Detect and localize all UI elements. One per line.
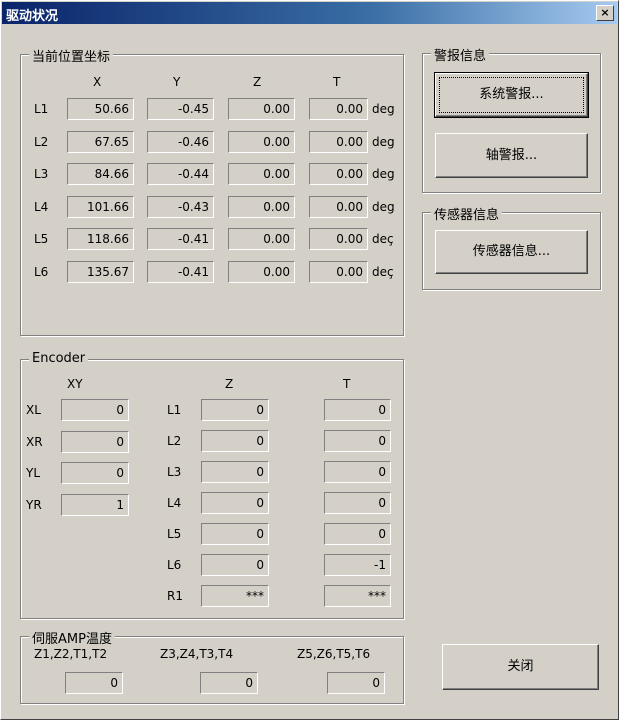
pos-z-field: 0.00 [228,98,295,120]
pos-x-field: 135.67 [67,260,134,283]
pos-t-field: 0.00 [309,195,368,218]
sensor-info-button[interactable]: 传感器信息... [435,230,588,274]
encoder-legend: Encoder [29,351,89,366]
amp-temp-field: 0 [200,672,258,694]
encoder-xy-field: 0 [61,462,129,484]
encoder-row-label: R1 [167,589,183,603]
header-t: T [333,75,341,89]
encoder-row-label: L5 [167,527,182,541]
pos-row-label: L3 [34,167,49,181]
encoder-t-field: *** [324,585,391,607]
pos-unit-label: deç [372,264,394,279]
pos-t-field: 0.00 [309,98,368,120]
header-x: X [93,75,102,89]
pos-x-field: 118.66 [67,228,134,250]
pos-unit-label: deg [372,102,395,116]
pos-x-field: 84.66 [67,163,134,185]
header-z: Z [253,75,262,89]
encoder-row-label: L6 [167,558,182,572]
encoder-t-field: 0 [324,430,391,452]
amp-temp-field: 0 [65,672,123,694]
amp-group-label: Z1,Z2,T1,T2 [34,647,108,661]
focus-ring [439,77,584,113]
encoder-t-field: 0 [324,492,391,514]
amp-group-label: Z3,Z4,T3,T4 [160,647,234,661]
encoder-z-field: 0 [201,492,269,514]
sensor-legend: 传感器信息 [431,204,503,223]
pos-unit-label: deg [372,134,395,149]
position-legend: 当前位置坐标 [29,46,114,65]
encoder-xy-header: XY [67,377,83,391]
pos-y-field: -0.44 [147,163,214,185]
encoder-z-field: *** [201,585,269,607]
encoder-z-header: Z [225,377,234,391]
pos-y-field: -0.46 [147,130,214,153]
pos-t-field: 0.00 [309,260,368,283]
pos-row-label: L1 [34,102,49,116]
pos-y-field: -0.41 [147,260,214,283]
pos-t-field: 0.00 [309,163,368,185]
pos-unit-label: deg [372,199,395,214]
pos-unit-label: deg [372,167,395,181]
pos-x-field: 50.66 [67,98,134,120]
pos-row-label: L4 [34,199,49,214]
encoder-xy-label: YL [26,466,41,480]
system-alarm-button[interactable]: 系统警报... [434,72,589,118]
encoder-z-field: 0 [201,430,269,452]
sensor-info-label: 传感器信息... [472,244,551,259]
pos-x-field: 101.66 [67,195,134,218]
encoder-t-field: 0 [324,399,391,421]
encoder-t-field: 0 [324,461,391,483]
pos-t-field: 0.00 [309,228,368,250]
title-bar[interactable]: 驱动状况 × [2,2,617,24]
close-button[interactable]: 关闭 [442,644,599,690]
encoder-t-field: 0 [324,523,391,545]
encoder-t-field: -1 [324,554,391,576]
pos-z-field: 0.00 [228,228,295,250]
amp-temp-legend: 伺服AMP温度 [29,628,115,647]
axis-alarm-button[interactable]: 轴警报... [435,133,588,178]
encoder-xy-label: YR [26,497,42,512]
encoder-z-field: 0 [201,554,269,576]
encoder-xy-label: XL [26,403,41,417]
encoder-z-field: 0 [201,523,269,545]
encoder-xy-field: 0 [61,430,129,453]
encoder-xy-field: 0 [61,399,129,421]
pos-row-label: L6 [34,264,49,279]
encoder-z-field: 0 [201,461,269,483]
pos-z-field: 0.00 [228,195,295,218]
header-y: Y [173,75,181,89]
pos-x-field: 67.65 [67,130,134,153]
encoder-t-header: T [343,377,351,391]
pos-unit-label: deç [372,232,394,246]
encoder-z-field: 0 [201,399,269,421]
drive-status-window: 驱动状况 × 当前位置坐标 X Y Z T L1 50.66 -0.45 0.00 0.… [0,0,619,720]
alarm-legend: 警报信息 [431,45,490,64]
pos-z-field: 0.00 [228,260,295,283]
pos-y-field: -0.43 [147,195,214,218]
encoder-xy-label: XR [26,434,43,449]
encoder-row-label: L4 [167,496,182,510]
pos-row-label: L2 [34,134,49,149]
amp-temp-field: 0 [327,672,385,694]
close-icon[interactable]: × [596,5,614,21]
pos-y-field: -0.45 [147,98,214,120]
pos-row-label: L5 [34,232,49,246]
pos-z-field: 0.00 [228,163,295,185]
encoder-row-label: L3 [167,465,182,479]
encoder-xy-field: 1 [61,493,129,516]
encoder-row-label: L1 [167,403,182,417]
encoder-group: Encoder [20,351,404,619]
pos-z-field: 0.00 [228,130,295,153]
axis-alarm-label: 轴警报... [485,148,538,163]
amp-group-label: Z5,Z6,T5,T6 [297,647,371,661]
close-button-label: 关闭 [507,659,534,674]
window-title: 驱动状况 [6,9,59,24]
pos-y-field: -0.41 [147,228,214,250]
encoder-row-label: L2 [167,434,182,448]
pos-t-field: 0.00 [309,130,368,153]
